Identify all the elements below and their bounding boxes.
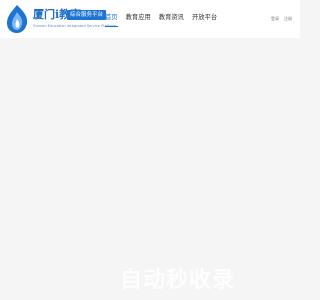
- site-logo[interactable]: 厦门i教育 综合服务平台 Xiamen Education Integrated…: [3, 4, 121, 34]
- logo-subtitle: Xiamen Education Integrated Service Plat…: [33, 24, 117, 28]
- login-link[interactable]: 登录: [271, 16, 279, 21]
- user-links: 登录 注册: [271, 16, 292, 21]
- nav-item-education-news[interactable]: 教育资讯: [159, 13, 184, 27]
- nav-item-home[interactable]: 首页: [105, 13, 118, 27]
- logo-flame-icon: [7, 5, 28, 33]
- watermark-text: 自动秒收录: [120, 268, 236, 293]
- register-link[interactable]: 注册: [284, 16, 292, 21]
- logo-badge: 综合服务平台: [67, 10, 107, 20]
- nav-item-education-apps[interactable]: 教育应用: [126, 13, 151, 27]
- top-header: 厦门i教育 综合服务平台 Xiamen Education Integrated…: [0, 0, 300, 38]
- nav-item-open-platform[interactable]: 开放平台: [192, 13, 217, 27]
- main-content: [0, 38, 300, 300]
- main-nav: 首页 教育应用 教育资讯 开放平台: [105, 13, 217, 27]
